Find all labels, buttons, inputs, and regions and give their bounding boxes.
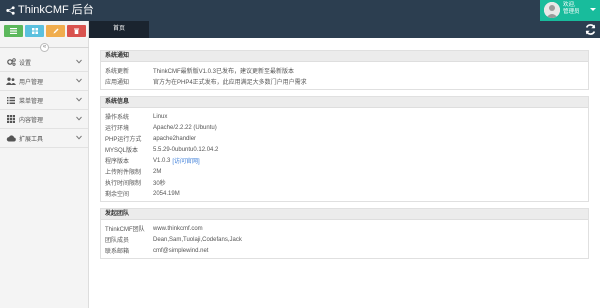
th-icon — [6, 114, 16, 124]
panel-title: 系统信息 — [101, 97, 588, 108]
info-row: 联系邮箱 cmf@simplewind.net — [105, 247, 209, 256]
info-row: MYSQL版本 5.5.29-0ubuntu0.12.04.2 — [105, 146, 219, 155]
shortcut-button-list[interactable] — [4, 25, 23, 37]
tab-bar: 首页 — [89, 21, 600, 38]
user-label: 欢迎, 管理员 — [563, 2, 580, 16]
user-greeting: 欢迎, — [563, 2, 576, 8]
panel-title: 发起团队 — [101, 209, 588, 220]
user-menu[interactable]: 欢迎, 管理员 — [540, 0, 600, 21]
panel-notice: 系统通知 系统更新 ThinkCMF最新版V1.0.3已发布，建议更新至最新版本 … — [100, 50, 589, 90]
sidebar-item-label: 菜单管理 — [19, 98, 44, 105]
sidebar-item-label: 设置 — [19, 60, 32, 67]
share-icon — [6, 5, 15, 15]
panel-sysinfo: 系统信息 操作系统 Linux 运行环境 Apache/2.2.22 (Ubuntu… — [100, 96, 589, 202]
sidebar: « 设置 用户管理 菜单管理 内容管理 扩展工具 — [0, 21, 89, 308]
users-icon — [6, 76, 16, 86]
shortcut-button-delete[interactable] — [67, 25, 86, 37]
chevron-down-icon — [76, 135, 82, 140]
shortcut-button-edit[interactable] — [46, 25, 65, 37]
info-row: ThinkCMF团队 www.thinkcmf.com — [105, 225, 203, 234]
tab-home[interactable]: 首页 — [89, 21, 149, 38]
sidebar-item-content[interactable]: 内容管理 — [0, 110, 88, 129]
info-row: 应用通知 官方为在PHP4正式发布，此应用满足大多数门户用户需求 — [105, 80, 307, 86]
sidebar-item-tools[interactable]: 扩展工具 — [0, 129, 88, 148]
list-icon — [6, 95, 16, 105]
chevron-down-icon — [76, 78, 82, 83]
info-row: 操作系统 Linux — [105, 113, 168, 122]
sidebar-item-label: 扩展工具 — [19, 136, 44, 143]
cloud-icon — [6, 133, 16, 143]
list-icon — [10, 28, 17, 34]
chevron-down-icon — [76, 59, 82, 64]
grid-icon — [31, 28, 38, 34]
official-site-link[interactable]: [访问官网] — [172, 156, 199, 165]
chevron-down-icon — [76, 116, 82, 121]
trash-icon — [74, 28, 79, 34]
info-row: 运行环境 Apache/2.2.22 (Ubuntu) — [105, 124, 217, 133]
panel-title: 系统通知 — [101, 51, 588, 62]
sidebar-collapse-button[interactable]: « — [40, 43, 49, 52]
shortcut-buttons — [4, 25, 86, 37]
gears-icon — [6, 57, 16, 67]
refresh-icon[interactable] — [584, 23, 597, 36]
top-navbar: ThinkCMF 后台 欢迎, 管理员 — [0, 0, 600, 21]
shortcut-button-grid[interactable] — [25, 25, 44, 37]
pencil-icon — [53, 28, 58, 34]
info-row: 团队成员 Dean,Sam,Tuolaji,Codefans,Jack — [105, 236, 242, 245]
info-row: 剩余空间 2054.19M — [105, 190, 180, 199]
info-row: 执行时间限制 30秒 — [105, 181, 166, 187]
sidebar-item-label: 用户管理 — [19, 79, 44, 86]
sidebar-menu: 设置 用户管理 菜单管理 内容管理 扩展工具 — [0, 53, 88, 148]
info-row: 上传附件限制 2M — [105, 168, 162, 177]
sidebar-item-users[interactable]: 用户管理 — [0, 72, 88, 91]
sidebar-item-label: 内容管理 — [19, 117, 44, 124]
panel-team: 发起团队 ThinkCMF团队 www.thinkcmf.com 团队成员 Dean… — [100, 208, 589, 259]
sidebar-item-settings[interactable]: 设置 — [0, 53, 88, 72]
main-content: 系统通知 系统更新 ThinkCMF最新版V1.0.3已发布，建议更新至最新版本 … — [89, 38, 600, 308]
sidebar-item-menus[interactable]: 菜单管理 — [0, 91, 88, 110]
info-row: 系统更新 ThinkCMF最新版V1.0.3已发布，建议更新至最新版本 — [105, 69, 295, 75]
caret-down-icon — [590, 8, 596, 11]
app-title: ThinkCMF 后台 — [18, 4, 94, 16]
info-row: PHP运行方式 apache2handler — [105, 135, 197, 144]
brand[interactable]: ThinkCMF 后台 — [6, 3, 94, 17]
avatar — [544, 2, 560, 18]
chevron-down-icon — [76, 97, 82, 102]
user-role: 管理员 — [563, 9, 580, 15]
info-row: 程序版本 V1.0.3 [访问官网] — [105, 156, 200, 166]
